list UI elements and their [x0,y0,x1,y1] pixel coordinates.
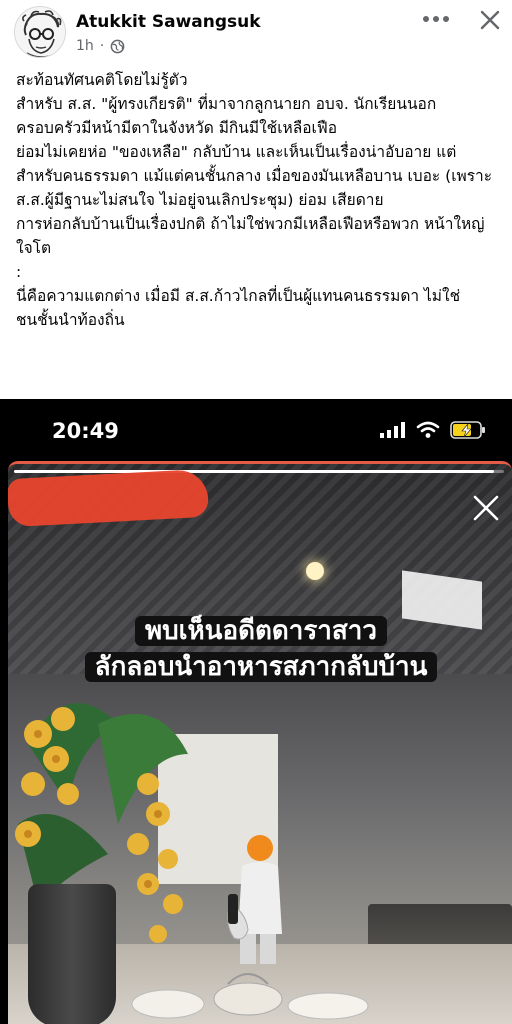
close-icon [480,10,500,30]
post-paragraph: นี่คือความแตกต่าง เมื่อมี ส.ส.ก้าวไกลที่… [16,287,461,329]
author-avatar[interactable] [14,6,66,58]
post-meta: 1h · [76,38,125,54]
post-paragraph: สะท้อนทัศนคติโดยไม่รู้ตัว [16,71,188,89]
more-options-button[interactable] [418,4,454,34]
close-post-button[interactable] [474,4,506,36]
avatar-sketch-icon [15,7,65,57]
post-paragraph: การห่อกลับบ้านเป็นเรื่องปกติ ถ้าไม่ใช่พว… [16,215,485,257]
phone-status-bar: 20:49 [0,399,512,461]
story-headline-line-2: ลักลอบนำอาหารสภากลับบ้าน [46,650,476,684]
flower-vase [28,884,116,1024]
status-icons [380,421,486,439]
more-horizontal-icon [423,16,449,22]
food-dishes [131,973,369,1020]
post-body: สะท้อนทัศนคติโดยไม่รู้ตัว สำหรับ ส.ส. "ผ… [16,68,502,332]
post-header: Atukkit Sawangsuk 1h · [0,0,512,62]
post-paragraph: สำหรับ ส.ส. "ผู้ทรงเกียรติ" ที่มาจากลูกน… [16,95,442,137]
battery-charging-icon [450,421,485,439]
story-headline-line-1: พบเห็นอดีตดาราสาว [46,614,476,648]
post-time[interactable]: 1h [76,38,94,54]
story-close-button[interactable] [466,488,506,528]
globe-icon [110,39,125,53]
story-view[interactable]: พบเห็นอดีตดาราสาว ลักลอบนำอาหารสภากลับบ้… [8,461,512,1024]
author-name[interactable]: Atukkit Sawangsuk [76,12,261,32]
story-progress-bar [14,470,504,473]
signal-icon [380,422,405,438]
story-progress-fill [14,470,495,473]
pendant-lamp [306,562,324,580]
post-paragraph: : [16,263,22,281]
post-paragraph: ย่อมไม่เคยห่อ "ของเหลือ" กลับบ้าน และเห็… [16,143,498,209]
post-image[interactable]: 20:49 พบเห็นอดีตดาราสาว ลักลอบนำอาหารสภา… [0,399,512,1024]
close-icon [473,495,499,521]
status-time: 20:49 [52,419,119,443]
wifi-icon [416,421,440,438]
person-figure [227,835,282,964]
